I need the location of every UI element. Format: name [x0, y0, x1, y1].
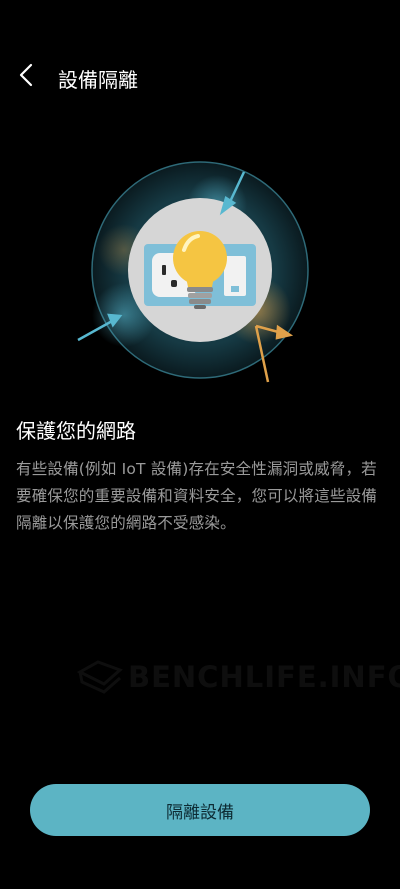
section-heading: 保護您的網路: [16, 419, 136, 443]
back-button[interactable]: [14, 62, 40, 88]
chevron-left-icon: [19, 63, 33, 87]
isolate-device-button[interactable]: 隔離設備: [30, 784, 370, 836]
page-title: 設備隔離: [58, 68, 138, 92]
watermark: BENCHLIFE.INFO: [76, 656, 400, 696]
top-bar: 設備隔離: [0, 52, 400, 102]
benchlife-logo: [76, 660, 123, 694]
watermark-text: BENCHLIFE.INFO: [128, 660, 400, 694]
section-description: 有些設備(例如 IoT 設備)存在安全性漏洞或威脅，若要確保您的重要設備和資料安…: [16, 460, 378, 532]
device-isolation-illustration: [77, 161, 309, 383]
